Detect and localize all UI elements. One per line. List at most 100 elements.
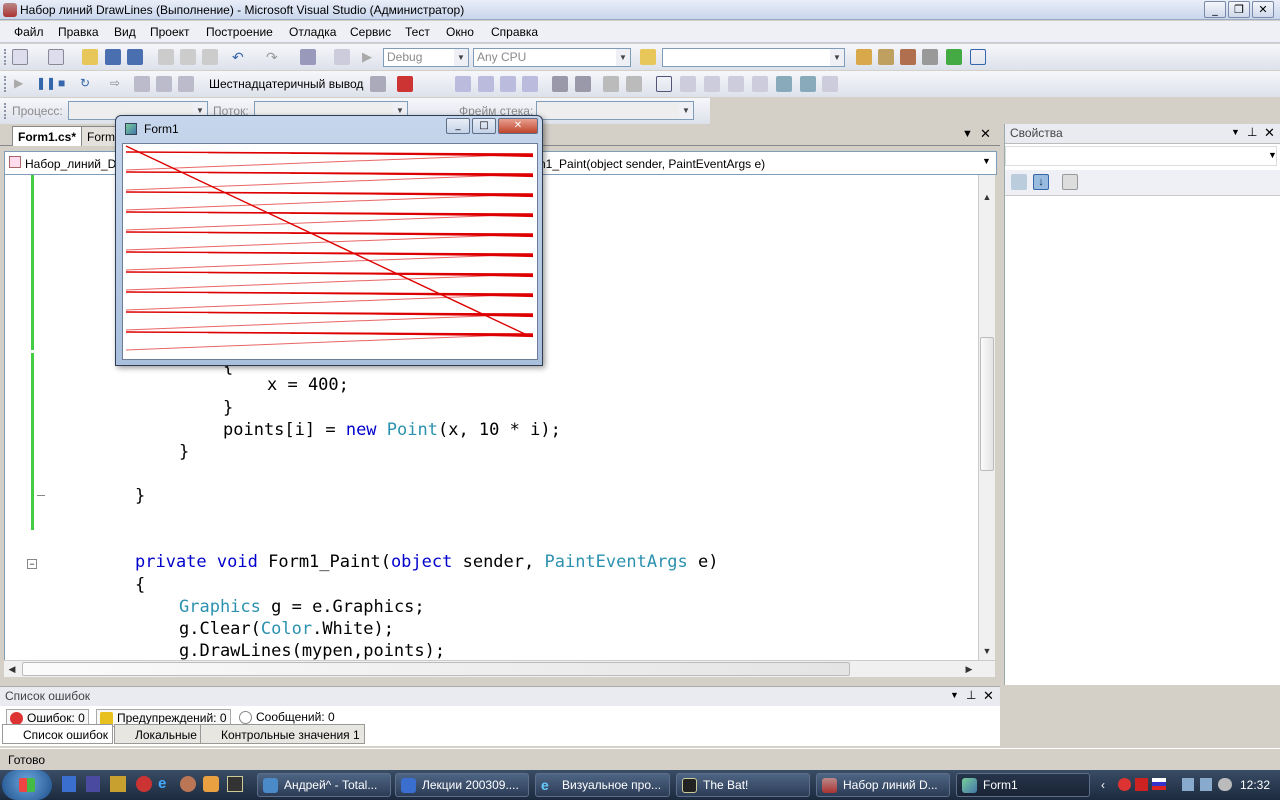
object-browser-icon[interactable] bbox=[900, 49, 916, 65]
redo-icon[interactable]: ↷ bbox=[266, 49, 282, 65]
menu-view[interactable]: Вид bbox=[114, 25, 136, 39]
tab-error-list[interactable]: Список ошибок bbox=[2, 724, 114, 744]
form1-minimize-button[interactable]: _ bbox=[446, 118, 470, 134]
vertical-scroll-thumb[interactable] bbox=[980, 337, 994, 471]
continue-icon[interactable]: ▶ bbox=[14, 76, 30, 92]
task-form1[interactable]: Form1 bbox=[956, 773, 1090, 797]
paste-icon[interactable] bbox=[202, 49, 218, 65]
bookmark-folder-icon[interactable] bbox=[728, 76, 744, 92]
alphabetical-icon[interactable]: ↓ bbox=[1033, 174, 1049, 190]
quicklaunch-media-icon[interactable] bbox=[136, 776, 152, 792]
error-list-pin-icon[interactable]: ⊥ bbox=[966, 688, 976, 702]
properties-window-icon[interactable] bbox=[878, 49, 894, 65]
bookmark-icon[interactable] bbox=[656, 76, 672, 92]
scroll-right-icon[interactable]: ▶ bbox=[961, 661, 977, 677]
ie-icon[interactable]: e bbox=[158, 776, 174, 792]
solution-explorer-icon[interactable] bbox=[856, 49, 872, 65]
menu-file[interactable]: Файл bbox=[14, 25, 44, 39]
start-button[interactable] bbox=[2, 770, 52, 800]
platform-select[interactable]: Any CPU ▼ bbox=[473, 48, 631, 67]
open-folder-icon[interactable] bbox=[82, 49, 98, 65]
bookmark-file-icon[interactable] bbox=[752, 76, 768, 92]
step-over-icon[interactable] bbox=[156, 76, 172, 92]
bookmark-prev-file-icon[interactable] bbox=[800, 76, 816, 92]
thebat-quicklaunch-icon[interactable] bbox=[227, 776, 243, 792]
start-page-icon[interactable] bbox=[946, 49, 962, 65]
object-select-arrow-icon[interactable]: ▼ bbox=[1268, 150, 1277, 160]
step-out-icon[interactable] bbox=[178, 76, 194, 92]
categorized-icon[interactable] bbox=[1011, 174, 1027, 190]
menu-tools[interactable]: Сервис bbox=[350, 25, 391, 39]
navigate-icon[interactable] bbox=[300, 49, 316, 65]
next-bookmark-icon[interactable] bbox=[704, 76, 720, 92]
menu-project[interactable]: Проект bbox=[150, 25, 190, 39]
toolbar2-icon-d[interactable] bbox=[522, 76, 538, 92]
error-list-menu-icon[interactable]: ▼ bbox=[950, 690, 959, 700]
window-layout-icon[interactable] bbox=[970, 49, 986, 65]
task-lectures[interactable]: Лекции 200309.... bbox=[395, 773, 529, 797]
language-ru-icon[interactable] bbox=[1152, 778, 1166, 790]
tab-watch-1[interactable]: Контрольные значения 1 bbox=[200, 724, 365, 744]
object-select[interactable]: ▼ bbox=[1005, 146, 1277, 166]
maximize-button[interactable]: ❐ bbox=[1228, 1, 1250, 18]
toolbar2-icon-c[interactable] bbox=[500, 76, 516, 92]
close-tab-icon[interactable]: ✕ bbox=[980, 126, 991, 142]
minimize-button[interactable]: _ bbox=[1204, 1, 1226, 18]
horizontal-scroll-thumb[interactable] bbox=[22, 662, 850, 676]
uncomment-icon[interactable] bbox=[626, 76, 642, 92]
breakpoints-icon[interactable] bbox=[397, 76, 413, 92]
scroll-up-icon[interactable]: ▲ bbox=[979, 189, 995, 205]
comment-icon[interactable] bbox=[603, 76, 619, 92]
restart-icon[interactable]: ↻ bbox=[80, 76, 96, 92]
toolbox-icon[interactable] bbox=[922, 49, 938, 65]
pin-icon[interactable]: ⊥ bbox=[1247, 125, 1257, 139]
collapse-icon[interactable]: − bbox=[27, 559, 37, 569]
task-total-commander[interactable]: Андрей^ - Total... bbox=[257, 773, 391, 797]
toolbar2-icon-a[interactable] bbox=[455, 76, 471, 92]
task-visual-studio[interactable]: Набор линий D... bbox=[816, 773, 950, 797]
member-dropdown-arrow-icon[interactable]: ▼ bbox=[982, 156, 991, 166]
network-icon-2[interactable] bbox=[1200, 778, 1212, 791]
decrease-indent-icon[interactable] bbox=[552, 76, 568, 92]
task-browser[interactable]: e Визуальное про... bbox=[535, 773, 670, 797]
network-icon[interactable] bbox=[1182, 778, 1194, 791]
quicklaunch-app-icon[interactable] bbox=[110, 776, 126, 792]
properties-menu-icon[interactable]: ▼ bbox=[1231, 127, 1240, 137]
toolbar2-icon-b[interactable] bbox=[478, 76, 494, 92]
increase-indent-icon[interactable] bbox=[575, 76, 591, 92]
properties-close-icon[interactable]: ✕ bbox=[1264, 125, 1275, 141]
save-icon[interactable] bbox=[105, 49, 121, 65]
config-select[interactable]: Debug ▼ bbox=[383, 48, 469, 67]
task-thebat[interactable]: The Bat! bbox=[676, 773, 810, 797]
menu-test[interactable]: Тест bbox=[405, 25, 430, 39]
stop-icon[interactable]: ■ bbox=[58, 76, 74, 92]
horizontal-scrollbar[interactable]: ◀ ▶ bbox=[4, 660, 995, 677]
find-in-files-icon[interactable] bbox=[640, 49, 656, 65]
start-icon[interactable]: ▶ bbox=[362, 49, 378, 65]
member-dropdown[interactable]: n1_Paint(object sender, PaintEventArgs e… bbox=[539, 157, 765, 171]
vertical-scrollbar[interactable]: ▲ ▼ bbox=[978, 175, 995, 660]
menu-build[interactable]: Построение bbox=[206, 25, 273, 39]
prev-bookmark-icon[interactable] bbox=[680, 76, 696, 92]
stack-frame-select[interactable]: ▼ bbox=[536, 101, 694, 120]
pause-icon[interactable]: ❚❚ bbox=[36, 76, 56, 92]
quicklaunch-doc-icon[interactable] bbox=[62, 776, 76, 792]
volume-icon[interactable] bbox=[1218, 778, 1232, 791]
type-dropdown[interactable]: Набор_линий_D bbox=[25, 157, 116, 171]
cut-icon[interactable] bbox=[158, 49, 174, 65]
clear-bookmarks-icon[interactable] bbox=[822, 76, 838, 92]
close-button[interactable]: ✕ bbox=[1252, 1, 1274, 18]
bookmark-next-file-icon[interactable] bbox=[776, 76, 792, 92]
navigate-forward-icon[interactable] bbox=[334, 49, 350, 65]
copy-icon[interactable] bbox=[180, 49, 196, 65]
quicklaunch-mail-icon[interactable] bbox=[203, 776, 219, 792]
antivirus-icon[interactable] bbox=[1118, 778, 1131, 791]
scroll-down-icon[interactable]: ▼ bbox=[979, 643, 995, 659]
menu-help[interactable]: Справка bbox=[491, 25, 538, 39]
form1-close-button[interactable]: ✕ bbox=[498, 118, 538, 134]
menu-window[interactable]: Окно bbox=[446, 25, 474, 39]
menu-debug[interactable]: Отладка bbox=[289, 25, 336, 39]
hex-display-toggle[interactable]: Шестнадцатеричный вывод bbox=[209, 77, 363, 91]
tab-form1-cs[interactable]: Form1.cs* bbox=[12, 126, 83, 146]
add-item-icon[interactable] bbox=[48, 49, 64, 65]
